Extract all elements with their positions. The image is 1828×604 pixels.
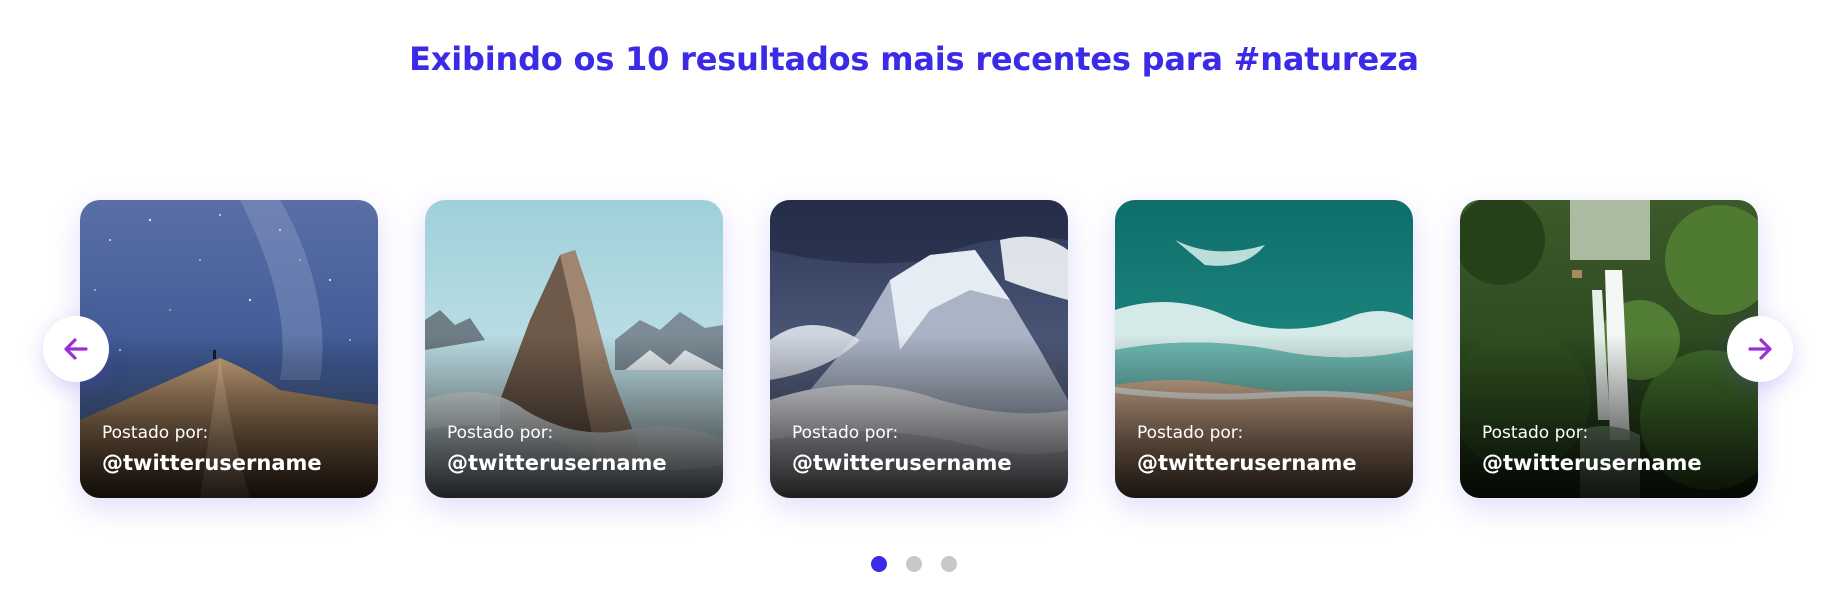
pagination-dot-2[interactable] (906, 556, 922, 572)
posted-by-label: Postado por: (447, 423, 554, 443)
arrow-right-icon (1748, 338, 1772, 360)
carousel-prev-button[interactable] (43, 316, 109, 382)
result-card[interactable]: Postado por: @twitterusername (80, 200, 378, 498)
pagination-dot-3[interactable] (941, 556, 957, 572)
carousel-pagination (0, 556, 1828, 572)
username-link[interactable]: @twitterusername (1482, 451, 1702, 475)
pagination-dot-1[interactable] (871, 556, 887, 572)
posted-by-label: Postado por: (1482, 423, 1589, 443)
result-card[interactable]: Postado por: @twitterusername (1115, 200, 1413, 498)
username-link[interactable]: @twitterusername (447, 451, 667, 475)
results-carousel: Postado por: @twitterusername Postado po… (80, 200, 1758, 498)
arrow-left-icon (64, 338, 88, 360)
username-link[interactable]: @twitterusername (1137, 451, 1357, 475)
result-card[interactable]: Postado por: @twitterusername (770, 200, 1068, 498)
page-title: Exibindo os 10 resultados mais recentes … (409, 40, 1419, 78)
result-card[interactable]: Postado por: @twitterusername (1460, 200, 1758, 498)
posted-by-label: Postado por: (1137, 423, 1244, 443)
posted-by-label: Postado por: (792, 423, 899, 443)
posted-by-label: Postado por: (102, 423, 209, 443)
username-link[interactable]: @twitterusername (792, 451, 1012, 475)
carousel-next-button[interactable] (1727, 316, 1793, 382)
username-link[interactable]: @twitterusername (102, 451, 322, 475)
result-card[interactable]: Postado por: @twitterusername (425, 200, 723, 498)
